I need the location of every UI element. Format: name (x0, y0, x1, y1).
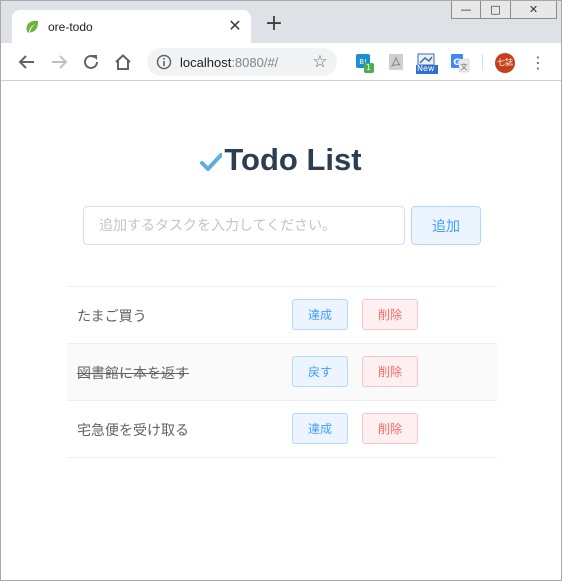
forward-arrow-icon[interactable] (49, 52, 69, 72)
home-icon[interactable] (113, 52, 133, 72)
toolbar-separator (482, 54, 483, 70)
add-button[interactable]: 追加 (411, 206, 481, 245)
translate-ext-icon[interactable]: G 文 (450, 53, 470, 73)
url-rest: :8080/#/ (231, 55, 279, 70)
info-icon[interactable] (156, 54, 172, 70)
tab-ore-todo[interactable]: ore-todo ✕ (12, 10, 251, 43)
table-row: 宅急便を受け取る 達成 削除 (67, 401, 497, 458)
delete-button[interactable]: 削除 (362, 413, 418, 444)
new-tab-button[interactable]: + (263, 13, 285, 36)
todo-text: 図書館に本を返す (77, 366, 189, 382)
table-row: たまご買う 達成 削除 (67, 287, 497, 344)
new-ext-icon[interactable]: New (416, 53, 438, 74)
address-bar[interactable]: localhost:8080/#/ ☆ (147, 48, 337, 76)
window-controls: — □ ✕ (451, 1, 557, 19)
window-close-button[interactable]: ✕ (511, 1, 557, 19)
back-arrow-icon[interactable] (17, 52, 37, 72)
browser-window: ore-todo ✕ + — □ ✕ localhost:8080/#/ ☆ B… (0, 0, 562, 581)
browser-menu-icon[interactable]: ⋮ (530, 53, 546, 73)
task-input[interactable] (83, 206, 405, 245)
bookmark-ext-badge: 1 (366, 63, 372, 72)
tab-strip: ore-todo ✕ + — □ ✕ (1, 1, 561, 43)
table-row: 図書館に本を返す 戻す 削除 (67, 344, 497, 401)
todo-text: たまご買う (77, 309, 147, 325)
revert-button[interactable]: 戻す (292, 356, 348, 387)
page-title: Todo List (1, 142, 561, 178)
spring-leaf-icon (24, 19, 40, 35)
page-content: Todo List 追加 たまご買う 達成 削除 図書館に本を返す 戻す 削除 … (1, 82, 561, 580)
new-ext-badge: New (417, 64, 435, 73)
pdf-ext-icon[interactable] (387, 53, 405, 71)
url-text: localhost:8080/#/ (180, 55, 278, 70)
page-title-text: Todo List (224, 142, 362, 177)
delete-button[interactable]: 削除 (362, 299, 418, 330)
svg-text:文: 文 (461, 62, 468, 71)
bookmark-ext-icon[interactable]: B! 1 (355, 53, 374, 73)
maximize-button[interactable]: □ (481, 1, 511, 19)
bookmark-star-icon[interactable]: ☆ (311, 53, 329, 71)
complete-button[interactable]: 達成 (292, 299, 348, 330)
browser-toolbar: localhost:8080/#/ ☆ B! 1 New G 文 七誌 ⋮ (1, 43, 561, 81)
tab-title: ore-todo (48, 20, 93, 34)
todo-table: たまご買う 達成 削除 図書館に本を返す 戻す 削除 宅急便を受け取る 達成 削… (67, 286, 497, 458)
delete-button[interactable]: 削除 (362, 356, 418, 387)
profile-avatar[interactable]: 七誌 (495, 53, 515, 73)
tab-close-icon[interactable]: ✕ (227, 18, 243, 34)
todo-text: 宅急便を受け取る (77, 423, 189, 439)
complete-button[interactable]: 達成 (292, 413, 348, 444)
reload-icon[interactable] (81, 52, 101, 72)
checkmark-icon (200, 144, 224, 171)
url-host: localhost (180, 55, 232, 70)
minimize-button[interactable]: — (451, 1, 481, 19)
